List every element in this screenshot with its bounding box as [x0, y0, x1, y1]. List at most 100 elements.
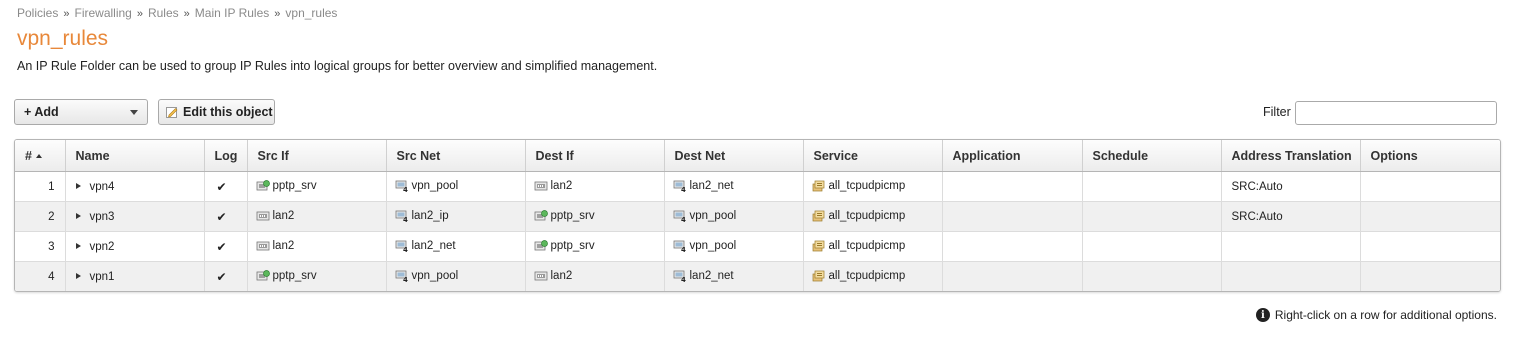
- cell-dest-if: pptp_srv: [525, 231, 665, 262]
- svg-text:4: 4: [403, 276, 408, 282]
- cell-options: [1360, 261, 1500, 291]
- rule-name: vpn3: [89, 210, 115, 223]
- interface-eth-icon: [534, 181, 551, 193]
- cell-service: all_tcpudpicmp: [803, 171, 943, 202]
- interface-eth-icon: [534, 271, 551, 283]
- breadcrumb-separator: »: [136, 8, 143, 20]
- breadcrumb: Policies » Firewalling » Rules » Main IP Rules…: [17, 6, 337, 20]
- interface-pptp-icon: [534, 210, 551, 223]
- checkmark-icon: ✔: [216, 179, 227, 194]
- service-icon: [812, 241, 829, 253]
- add-button[interactable]: + Add: [14, 99, 148, 125]
- network-icon: 4: [395, 271, 412, 283]
- cell-service: all_tcpudpicmp: [803, 201, 943, 232]
- cell-dest-net: 4 vpn_pool: [664, 231, 804, 262]
- breadcrumb-firewalling[interactable]: Firewalling: [74, 6, 131, 20]
- column-header-options[interactable]: Options: [1360, 140, 1500, 172]
- filter-input[interactable]: [1295, 101, 1497, 125]
- table-row[interactable]: 1 vpn4 ✔ pptp_srv 4 vpn_pool lan2 4 lan2_net all_…: [15, 171, 1500, 202]
- rules-table: # Name Log Src If Src Net Dest If Dest N…: [14, 139, 1501, 292]
- service-value: all_tcpudpicmp: [828, 180, 906, 193]
- footer-hint-text: Right-click on a row for additional opti…: [1274, 308, 1497, 322]
- expand-arrow-icon[interactable]: [75, 273, 81, 280]
- interface-pptp-icon: [534, 240, 551, 253]
- src-net-value: lan2_net: [411, 240, 456, 253]
- service-icon: [812, 211, 829, 223]
- cell-src-net: 4 lan2_ip: [386, 201, 526, 232]
- table-row[interactable]: 3 vpn2 ✔ lan2 4 lan2_net pptp_srv 4 vpn_pool all_…: [15, 231, 1500, 262]
- cell-log: ✔: [204, 231, 248, 262]
- table-row[interactable]: 4 vpn1 ✔ pptp_srv 4 vpn_pool lan2 4 lan2_net all_…: [15, 261, 1500, 291]
- cell-dest-if: pptp_srv: [525, 201, 665, 232]
- column-header-log[interactable]: Log: [204, 140, 248, 172]
- dest-net-value: vpn_pool: [689, 240, 737, 253]
- cell-dest-net: 4 lan2_net: [664, 261, 804, 291]
- src-if-value: lan2: [272, 210, 295, 223]
- cell-src-net: 4 lan2_net: [386, 231, 526, 262]
- column-header-dest-if[interactable]: Dest If: [525, 140, 665, 172]
- svg-text:4: 4: [403, 186, 408, 192]
- cell-service: all_tcpudpicmp: [803, 231, 943, 262]
- breadcrumb-separator: »: [274, 8, 281, 20]
- cell-schedule: [1082, 231, 1222, 262]
- filter-label: Filter: [1263, 105, 1291, 119]
- rule-name: vpn4: [89, 180, 115, 193]
- src-if-value: lan2: [272, 240, 295, 253]
- breadcrumb-rules[interactable]: Rules: [148, 6, 179, 20]
- cell-name: vpn2: [65, 231, 205, 262]
- column-header-dest-net[interactable]: Dest Net: [664, 140, 804, 172]
- cell-src-if: lan2: [247, 231, 387, 262]
- column-header-number[interactable]: #: [15, 140, 66, 172]
- table-row[interactable]: 2 vpn3 ✔ lan2 4 lan2_ip pptp_srv 4 vpn_pool all_t…: [15, 201, 1500, 232]
- plus-icon: +: [24, 105, 32, 119]
- column-header-name[interactable]: Name: [65, 140, 205, 172]
- expand-arrow-icon[interactable]: [75, 213, 81, 220]
- footer-hint: i Right-click on a row for additional op…: [1255, 308, 1497, 322]
- column-header-schedule[interactable]: Schedule: [1082, 140, 1222, 172]
- cell-schedule: [1082, 261, 1222, 291]
- page-description: An IP Rule Folder can be used to group I…: [17, 59, 658, 73]
- svg-text:4: 4: [681, 276, 686, 282]
- expand-arrow-icon[interactable]: [75, 243, 81, 250]
- dest-if-value: pptp_srv: [550, 210, 595, 223]
- cell-dest-if: lan2: [525, 261, 665, 291]
- column-header-src-if[interactable]: Src If: [247, 140, 387, 172]
- src-net-value: vpn_pool: [411, 270, 459, 283]
- rule-name: vpn2: [89, 240, 115, 253]
- column-header-address-translation[interactable]: Address Translation: [1221, 140, 1361, 172]
- service-value: all_tcpudpicmp: [828, 210, 906, 223]
- cell-log: ✔: [204, 201, 248, 232]
- expand-arrow-icon[interactable]: [75, 183, 81, 190]
- column-header-application[interactable]: Application: [942, 140, 1083, 172]
- interface-eth-icon: [256, 241, 273, 253]
- checkmark-icon: ✔: [216, 209, 227, 224]
- row-number: 1: [48, 180, 55, 193]
- interface-pptp-icon: [256, 180, 273, 193]
- network-icon: 4: [673, 181, 690, 193]
- cell-options: [1360, 201, 1500, 232]
- dest-if-value: pptp_srv: [550, 240, 595, 253]
- src-net-value: lan2_ip: [411, 210, 449, 223]
- cell-address-translation: SRC:Auto: [1221, 171, 1361, 202]
- interface-eth-icon: [256, 211, 273, 223]
- breadcrumb-main-ip-rules[interactable]: Main IP Rules: [195, 6, 269, 20]
- cell-options: [1360, 171, 1500, 202]
- svg-text:4: 4: [681, 246, 686, 252]
- cell-application: [942, 261, 1083, 291]
- cell-number: 1: [15, 171, 66, 202]
- interface-pptp-icon: [256, 270, 273, 283]
- edit-object-button[interactable]: Edit this object: [158, 99, 275, 125]
- breadcrumb-current: vpn_rules: [285, 6, 338, 20]
- edit-icon: [166, 106, 178, 118]
- cell-src-net: 4 vpn_pool: [386, 261, 526, 291]
- src-if-value: pptp_srv: [272, 270, 317, 283]
- service-icon: [812, 181, 829, 193]
- svg-text:4: 4: [681, 186, 686, 192]
- network-icon: 4: [673, 271, 690, 283]
- cell-name: vpn3: [65, 201, 205, 232]
- breadcrumb-policies[interactable]: Policies: [17, 6, 58, 20]
- dest-if-value: lan2: [550, 180, 573, 193]
- cell-log: ✔: [204, 171, 248, 202]
- column-header-service[interactable]: Service: [803, 140, 943, 172]
- column-header-src-net[interactable]: Src Net: [386, 140, 526, 172]
